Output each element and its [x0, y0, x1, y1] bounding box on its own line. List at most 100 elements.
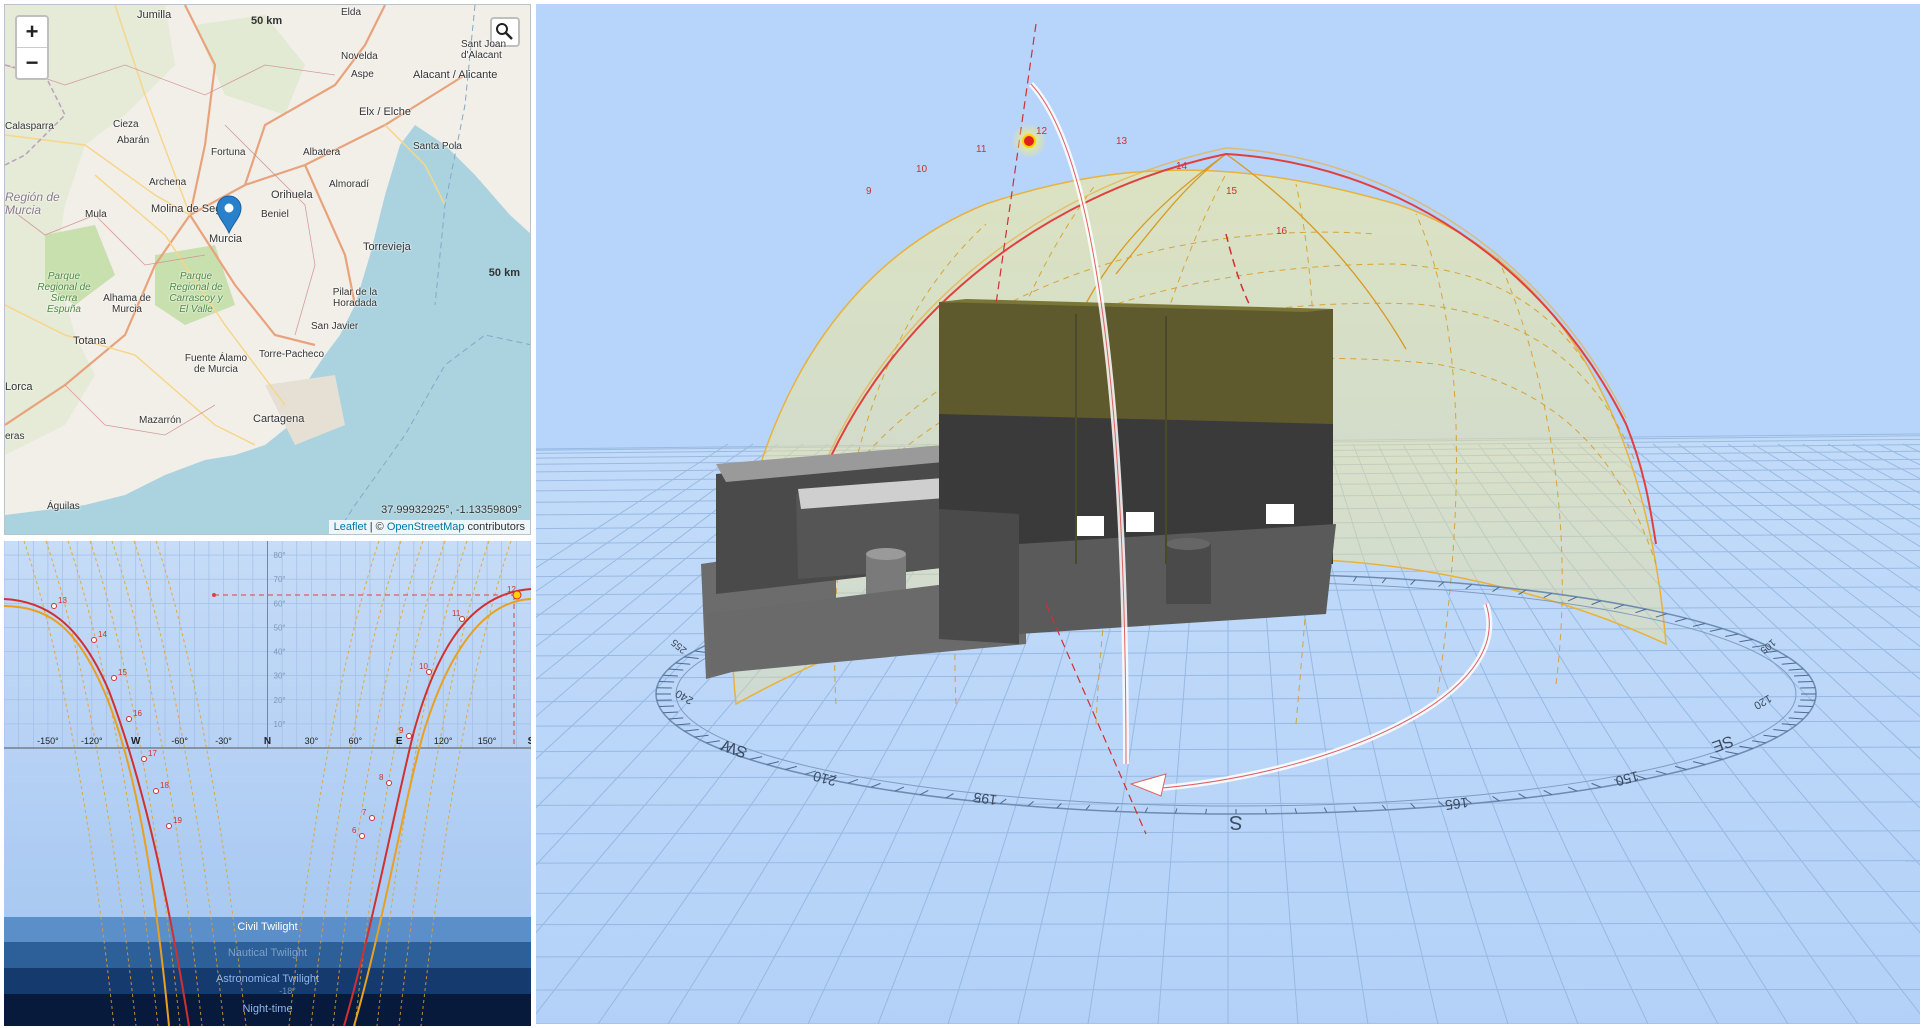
zoom-in-button[interactable]: + — [17, 17, 47, 47]
attribution-suffix: contributors — [464, 521, 525, 533]
hour-label: 11 — [452, 609, 461, 618]
hour-label: 17 — [148, 749, 157, 758]
dome-hour-label: 16 — [1276, 226, 1288, 237]
place-label: eras — [5, 431, 25, 442]
place-label: Calasparra — [5, 121, 54, 132]
hour-point[interactable] — [166, 823, 172, 829]
hour-label: 19 — [173, 816, 182, 825]
place-label: Santa Pola — [413, 141, 462, 152]
x-tick-label: W — [131, 736, 141, 747]
place-label: Águilas — [47, 501, 80, 512]
map-coordinates: 37.99932925°, -1.13359809° — [381, 504, 522, 516]
place-label: Elda — [341, 7, 362, 18]
x-tick-label: E — [396, 736, 403, 747]
map-scale-top: 50 km — [251, 15, 283, 27]
sun-path-chart[interactable]: 10° 20° 30° 40° 50° 60° 70° 80° -150° -120° W -60° -… — [4, 541, 531, 1026]
sun-icon[interactable] — [1022, 134, 1036, 148]
dome-hour-label: 13 — [1116, 136, 1128, 147]
park-label: Parque Regional de Carrascoy y El Valle — [169, 271, 223, 315]
dome-hour-label: 14 — [1176, 161, 1188, 172]
region-label: Región de Murcia — [5, 190, 60, 217]
map-attribution: Leaflet | © OpenStreetMap contributors — [328, 520, 530, 534]
x-tick-label: 30° — [305, 736, 319, 746]
place-label: Torre-Pacheco — [259, 349, 325, 360]
hour-label: 10 — [419, 662, 428, 671]
hour-point[interactable] — [91, 637, 97, 643]
map-panel[interactable]: + − 50 km 50 km Jumilla Elda Novelda Asp… — [4, 4, 531, 535]
y-tick-label: 70° — [274, 575, 286, 584]
hour-label: 13 — [58, 596, 67, 605]
x-tick-label: 60° — [349, 736, 363, 746]
hour-label: 14 — [98, 630, 107, 639]
hour-point[interactable] — [51, 603, 57, 609]
hour-label: 7 — [362, 808, 367, 817]
place-label: Abarán — [117, 135, 150, 146]
map-tiles[interactable] — [5, 5, 531, 535]
hour-point[interactable] — [386, 780, 392, 786]
y-tick-label: 20° — [274, 696, 286, 705]
place-label: Orihuela — [271, 189, 313, 201]
dome-hour-label: 9 — [866, 186, 872, 197]
dome-hour-label: 12 — [1036, 126, 1048, 137]
x-tick-label: 120° — [434, 736, 453, 746]
hour-label: 18 — [160, 781, 169, 790]
place-label: Alacant / Alicante — [413, 69, 498, 81]
x-tick-label: -120° — [81, 736, 103, 746]
y-tick-label: 40° — [274, 648, 286, 657]
place-label: Alhama de Murcia — [103, 293, 151, 315]
place-label: Cieza — [113, 119, 139, 130]
map-scale-right: 50 km — [488, 267, 520, 279]
x-tick-label: -30° — [215, 736, 232, 746]
zoom-out-button[interactable]: − — [17, 47, 47, 78]
night-time-label: Night-time — [242, 1003, 293, 1015]
place-label: San Javier — [311, 321, 359, 332]
hour-label: 8 — [379, 773, 384, 782]
nautical-twilight-label: Nautical Twilight — [227, 947, 308, 959]
place-label: Beniel — [261, 209, 289, 220]
3d-scene[interactable]: SSW SE195210165150240 120255 105 1213141… — [536, 4, 1920, 1024]
compass-label: S — [1229, 811, 1242, 833]
hour-point[interactable] — [141, 756, 147, 762]
band-value-label: -18° — [279, 986, 296, 996]
dome-hour-label: 15 — [1226, 186, 1238, 197]
place-label: Jumilla — [137, 9, 172, 21]
x-tick-label: S — [528, 736, 531, 747]
x-tick-label: -150° — [37, 736, 59, 746]
x-tick-label: -60° — [171, 736, 188, 746]
civil-twilight-label: Civil Twilight — [237, 921, 298, 933]
place-label: Mula — [85, 209, 107, 220]
hour-label: 16 — [133, 709, 142, 718]
compass-label: 165 — [1444, 794, 1470, 813]
hour-point[interactable] — [153, 788, 159, 794]
astronomical-twilight-label: Astronomical Twilight — [215, 973, 320, 985]
place-label: Albatera — [303, 147, 341, 158]
leaflet-link[interactable]: Leaflet — [334, 521, 367, 533]
place-label: Mazarrón — [139, 415, 182, 426]
y-tick-label: 10° — [274, 720, 286, 729]
place-label: Fortuna — [211, 147, 246, 158]
place-label: Sant Joan d'Alacant — [461, 39, 507, 61]
3d-view[interactable]: SSWSE195210165150240120255105 — [536, 4, 1920, 1024]
place-label: Lorca — [5, 381, 33, 393]
osm-link[interactable]: OpenStreetMap — [387, 521, 465, 533]
hour-point[interactable] — [369, 815, 375, 821]
compass-label: 195 — [972, 789, 998, 808]
x-tick-label: N — [264, 736, 271, 747]
zoom-control: + − — [15, 15, 49, 80]
hour-label: 6 — [352, 826, 357, 835]
hour-point[interactable] — [126, 716, 132, 722]
hour-point[interactable] — [359, 833, 365, 839]
hour-point[interactable] — [111, 675, 117, 681]
place-label: Fuente Álamo de Murcia — [184, 353, 248, 375]
place-label: Pilar de la Horadada — [332, 287, 378, 309]
y-tick-label: 80° — [274, 551, 286, 560]
y-tick-label: 60° — [274, 599, 286, 608]
park-label: Parque Regional de Sierra Espuña — [37, 271, 91, 315]
map-pin-icon[interactable] — [215, 195, 243, 235]
hour-label: 9 — [399, 726, 404, 735]
hour-point[interactable] — [406, 733, 412, 739]
place-label: Cartagena — [253, 413, 305, 425]
attribution-separator: | © — [366, 521, 387, 533]
place-label: Torrevieja — [363, 241, 411, 253]
x-tick-label: 150° — [478, 736, 497, 746]
